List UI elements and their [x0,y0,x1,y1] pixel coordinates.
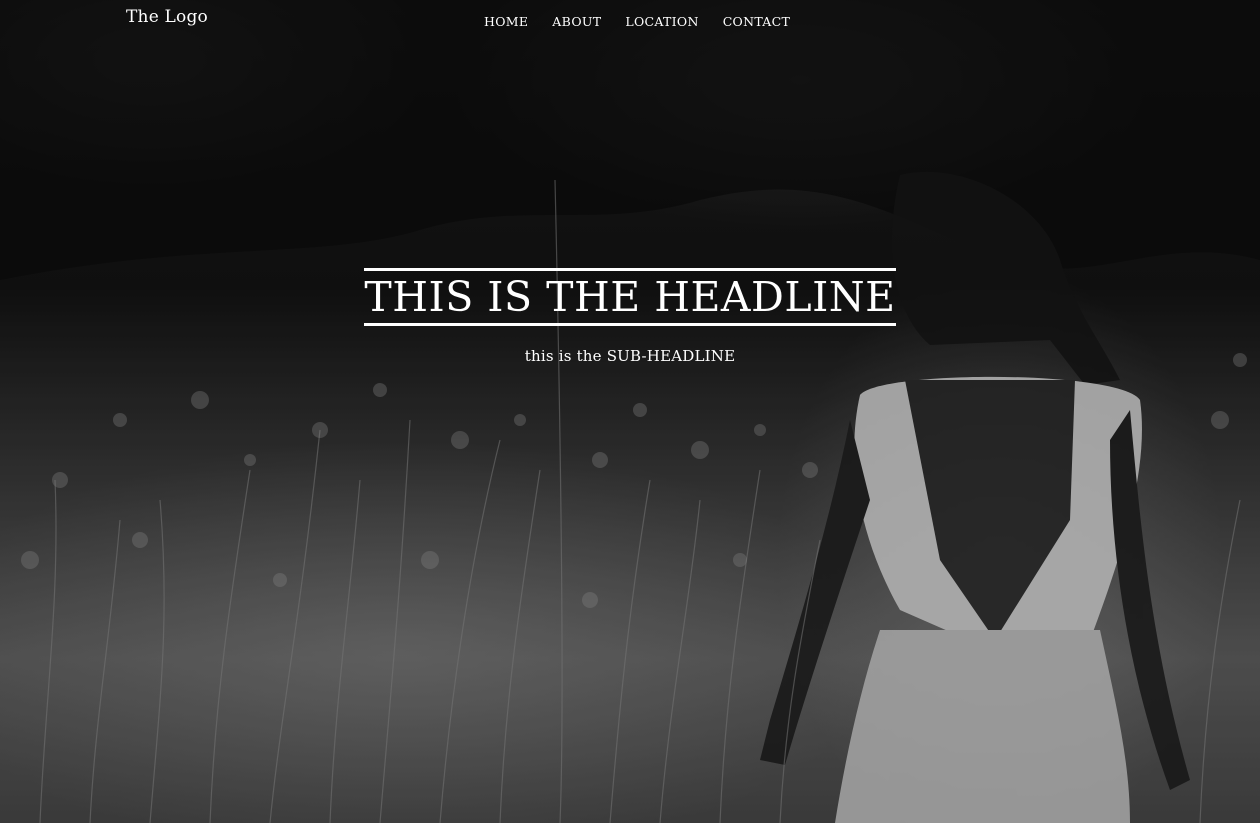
site-logo[interactable]: The Logo [126,7,208,27]
hero-content: THIS IS THE HEADLINE this is the SUB-HEA… [0,268,1260,365]
nav-item-location: LOCATION [625,11,698,30]
hero-subheadline: this is the SUB-HEADLINE [524,347,736,365]
nav-link-about[interactable]: ABOUT [552,14,601,29]
nav-item-contact: CONTACT [723,11,790,30]
nav-item-about: ABOUT [552,11,601,30]
nav-link-contact[interactable]: CONTACT [723,14,790,29]
hero-headline: THIS IS THE HEADLINE [364,268,896,326]
nav-link-location[interactable]: LOCATION [625,14,698,29]
nav-link-home[interactable]: HOME [484,14,528,29]
hero-overlay [0,0,1260,823]
main-navigation: HOME ABOUT LOCATION CONTACT [484,11,790,30]
nav-item-home: HOME [484,11,528,30]
landing-page: The Logo HOME ABOUT LOCATION CONTACT THI… [0,0,1260,823]
